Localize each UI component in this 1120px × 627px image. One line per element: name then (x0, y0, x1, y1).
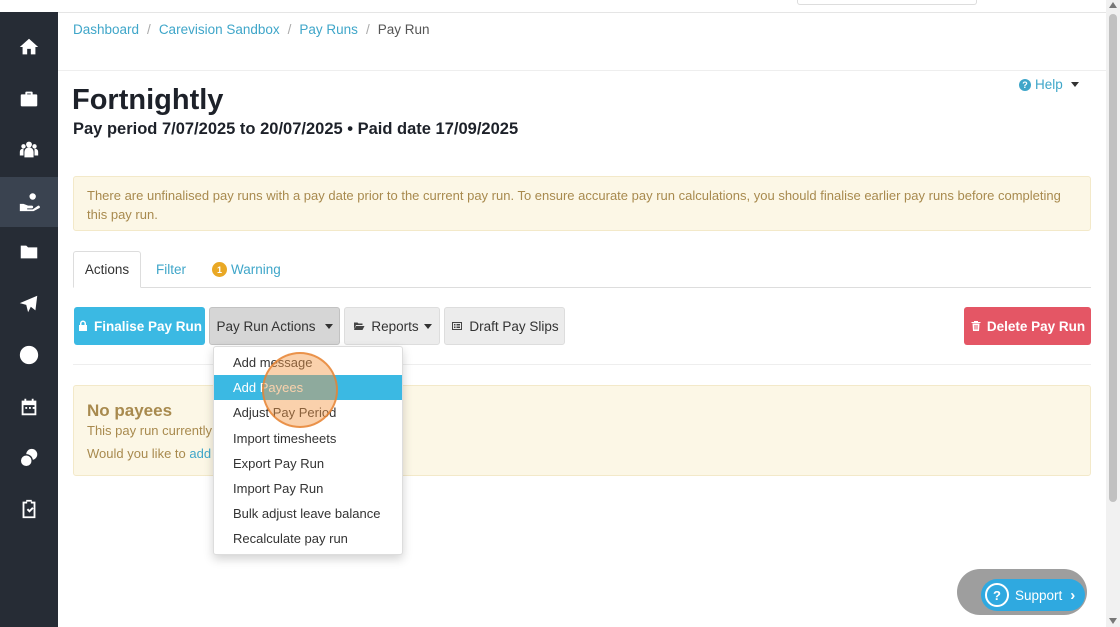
caret-down-icon (1070, 82, 1079, 87)
clock-icon (19, 345, 39, 365)
scroll-up-arrow-icon[interactable] (1109, 2, 1117, 8)
no-payees-title: No payees (87, 401, 173, 420)
reports-button[interactable]: Reports (344, 307, 440, 345)
scroll-down-arrow-icon[interactable] (1109, 618, 1117, 624)
hand-money-icon (19, 193, 40, 212)
draft-pay-slips-label: Draft Pay Slips (469, 318, 559, 334)
calendar-icon (21, 398, 37, 416)
pay-run-actions-menu: Add message Add Payees Adjust Pay Period… (213, 346, 403, 555)
delete-label: Delete Pay Run (986, 318, 1086, 334)
pay-period-subtitle: Pay period 7/07/2025 to 20/07/2025 • Pai… (73, 120, 519, 138)
support-label: Support (1015, 587, 1063, 603)
sidebar-item-roster[interactable] (0, 382, 58, 432)
sidebar-item-payroll[interactable] (0, 177, 58, 227)
add-payees-link[interactable]: add (189, 446, 211, 461)
tab-bar: Actions Filter 1 Warning (73, 251, 1091, 288)
draft-pay-slips-button[interactable]: Draft Pay Slips (444, 307, 565, 345)
sidebar-item-leave[interactable] (0, 279, 58, 329)
caret-down-icon (423, 323, 432, 329)
scrollbar-thumb[interactable] (1109, 14, 1117, 502)
home-icon (19, 38, 39, 55)
briefcase-icon (20, 91, 38, 107)
list-alt-icon (452, 322, 463, 330)
page-title: Fortnightly (72, 84, 224, 116)
sidebar-item-jobs[interactable] (0, 74, 58, 124)
breadcrumb-separator: / (287, 22, 292, 37)
breadcrumb-current: Pay Run (377, 22, 430, 37)
question-circle-icon: ? (1019, 78, 1031, 91)
unfinalised-warning-alert: There are unfinalised pay runs with a pa… (73, 176, 1091, 231)
lock-icon (78, 320, 87, 331)
menu-item-bulk-adjust-leave[interactable]: Bulk adjust leave balance (214, 501, 402, 526)
coins-icon (19, 448, 38, 468)
question-icon: ? (985, 583, 1009, 607)
pay-run-actions-button[interactable]: Pay Run Actions (209, 307, 340, 345)
menu-item-import-timesheets[interactable]: Import timesheets (214, 426, 402, 451)
sidebar-item-tasks[interactable] (0, 484, 58, 534)
plane-icon (19, 295, 38, 313)
top-divider (58, 12, 1106, 13)
menu-item-add-message[interactable]: Add message (214, 350, 402, 375)
tab-filter[interactable]: Filter (156, 251, 186, 288)
menu-item-recalculate[interactable]: Recalculate pay run (214, 526, 402, 551)
breadcrumb: Dashboard / Carevision Sandbox / Pay Run… (73, 22, 429, 37)
trash-icon (971, 321, 981, 331)
support-button[interactable]: ? Support › (981, 579, 1085, 611)
sidebar-item-documents[interactable] (0, 227, 58, 277)
breadcrumb-company[interactable]: Carevision Sandbox (159, 22, 280, 37)
sidebar-item-expenses[interactable] (0, 433, 58, 483)
breadcrumb-divider (58, 70, 1106, 71)
top-search-box[interactable] (797, 0, 977, 5)
no-payees-prompt-text: Would you like to (87, 446, 186, 461)
tab-warning[interactable]: 1 Warning (212, 251, 281, 288)
delete-pay-run-button[interactable]: Delete Pay Run (964, 307, 1091, 345)
breadcrumb-separator: / (365, 22, 370, 37)
folder-open-icon (354, 322, 365, 330)
sidebar-item-home[interactable] (0, 22, 58, 72)
folder-icon (20, 245, 38, 259)
breadcrumb-dashboard[interactable]: Dashboard (73, 22, 139, 37)
sidebar-item-people[interactable] (0, 125, 58, 175)
finalise-label: Finalise Pay Run (93, 318, 203, 334)
warning-count-badge: 1 (212, 262, 227, 277)
breadcrumb-pay-runs[interactable]: Pay Runs (299, 22, 358, 37)
menu-item-adjust-pay-period[interactable]: Adjust Pay Period (214, 400, 402, 425)
sidebar-item-timesheets[interactable] (0, 330, 58, 380)
no-payees-message: This pay run currently (87, 423, 212, 438)
help-dropdown[interactable]: ? Help (1019, 77, 1079, 92)
chevron-right-icon: › (1070, 586, 1076, 604)
menu-item-add-payees[interactable]: Add Payees (214, 375, 402, 401)
tab-warning-label: Warning (231, 262, 281, 277)
no-payees-prompt: Would you like to add (87, 446, 211, 461)
tab-actions[interactable]: Actions (73, 251, 141, 288)
breadcrumb-separator: / (147, 22, 151, 37)
menu-item-import-pay-run[interactable]: Import Pay Run (214, 476, 402, 501)
sidebar (0, 12, 58, 627)
menu-item-export-pay-run[interactable]: Export Pay Run (214, 451, 402, 476)
caret-down-icon (324, 323, 333, 329)
pay-run-actions-label: Pay Run Actions (216, 318, 316, 334)
people-icon (19, 141, 39, 158)
page-scrollbar[interactable] (1106, 0, 1120, 627)
finalise-pay-run-button[interactable]: Finalise Pay Run (74, 307, 205, 345)
clipboard-check-icon (22, 499, 36, 519)
reports-label: Reports (371, 318, 419, 334)
help-label: Help (1035, 77, 1063, 92)
